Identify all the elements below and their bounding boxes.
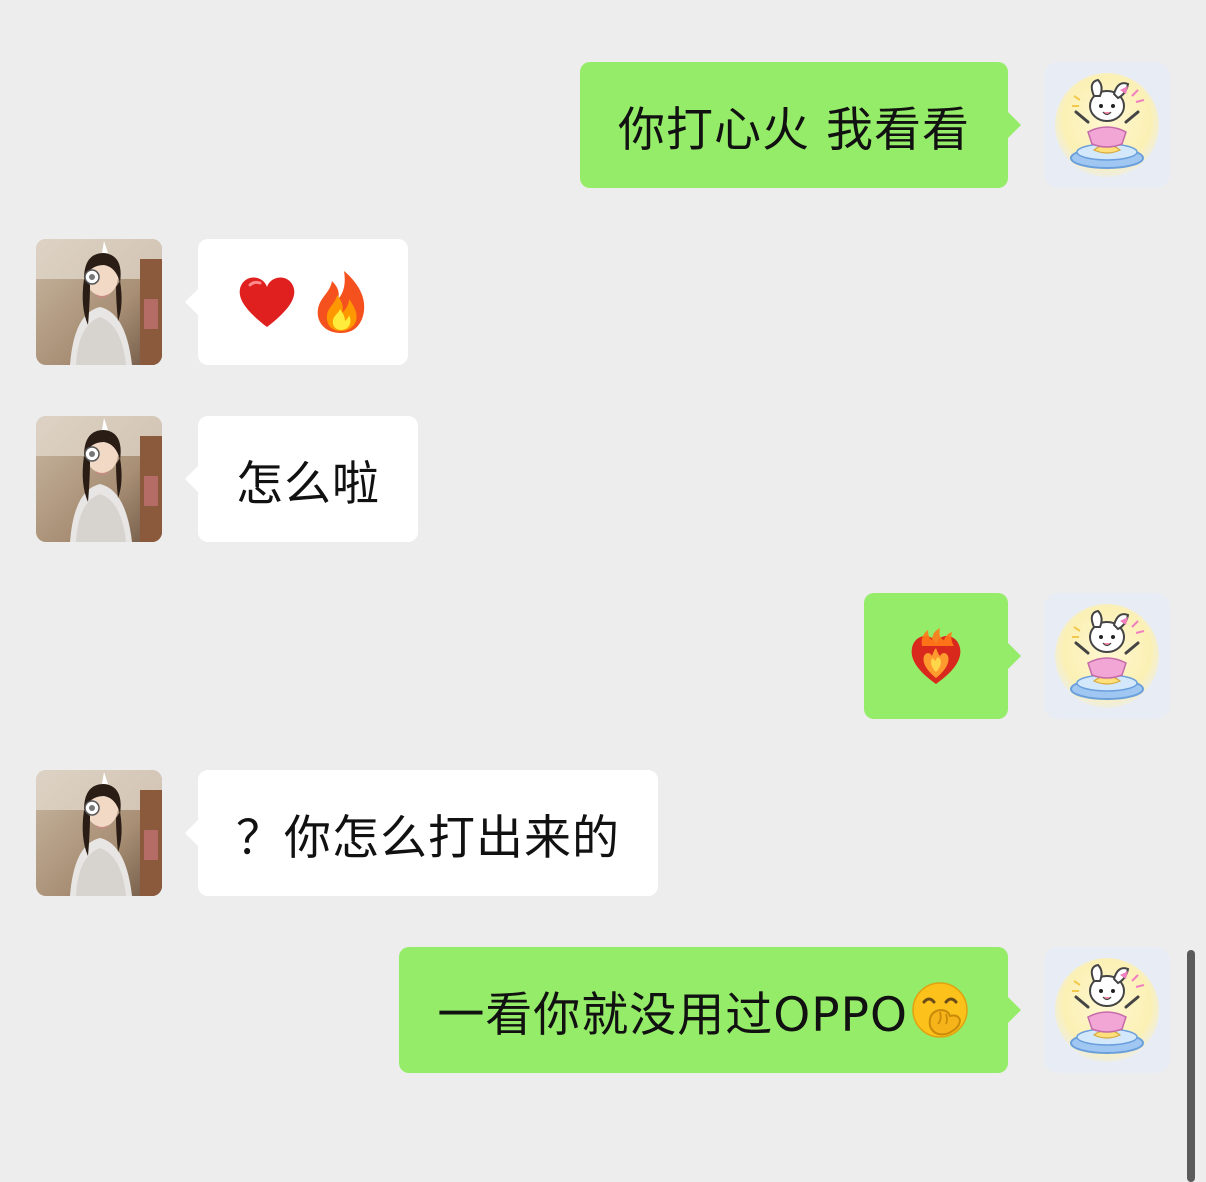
incoming-message-bubble[interactable] bbox=[185, 239, 408, 365]
message-text: 一看你就没用过OPPO bbox=[437, 987, 908, 1043]
girl-photo-avatar-icon bbox=[36, 239, 162, 365]
girl-photo-avatar-icon bbox=[36, 770, 162, 896]
pink-bunny-cartoon-avatar-icon bbox=[1044, 947, 1170, 1073]
contact-avatar[interactable] bbox=[36, 239, 162, 365]
self-avatar[interactable] bbox=[1044, 947, 1170, 1073]
outgoing-message-bubble[interactable]: 你打心火 我看看 bbox=[580, 62, 1021, 188]
contact-avatar[interactable] bbox=[36, 770, 162, 896]
incoming-message-bubble[interactable]: 怎么啦 bbox=[185, 416, 418, 542]
pink-bunny-cartoon-avatar-icon bbox=[1044, 593, 1170, 719]
message-text: 你打心火 我看看 bbox=[618, 102, 970, 158]
hand-over-mouth-face-icon bbox=[910, 980, 970, 1040]
outgoing-message-bubble[interactable]: 一看你就没用过OPPO bbox=[399, 947, 1021, 1073]
chat-message-list[interactable]: 你打心火 我看看 怎么啦 ？你怎么打出来的 一看你就没用过OPPO bbox=[0, 0, 1206, 1182]
scrollbar[interactable] bbox=[1187, 950, 1195, 1182]
red-heart-icon bbox=[236, 271, 298, 333]
self-avatar[interactable] bbox=[1044, 62, 1170, 188]
message-text: ？你怎么打出来的 bbox=[236, 810, 620, 866]
fire-icon bbox=[312, 269, 370, 335]
outgoing-message-bubble[interactable] bbox=[864, 593, 1021, 719]
heart-on-fire-icon bbox=[908, 626, 964, 686]
incoming-message-bubble[interactable]: ？你怎么打出来的 bbox=[185, 770, 658, 896]
message-text: 怎么啦 bbox=[236, 456, 380, 512]
pink-bunny-cartoon-avatar-icon bbox=[1044, 62, 1170, 188]
self-avatar[interactable] bbox=[1044, 593, 1170, 719]
girl-photo-avatar-icon bbox=[36, 416, 162, 542]
contact-avatar[interactable] bbox=[36, 416, 162, 542]
